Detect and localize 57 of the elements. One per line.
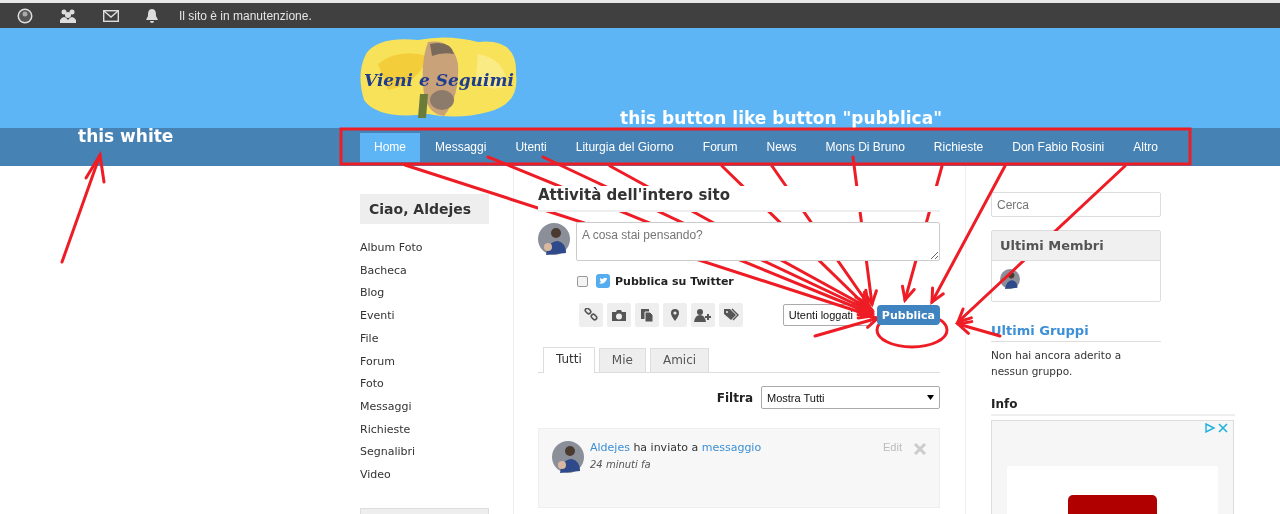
sidebar-link[interactable]: Blog bbox=[360, 282, 489, 306]
avatar-icon[interactable] bbox=[17, 7, 33, 24]
sidebar-link[interactable]: Richieste bbox=[360, 418, 489, 442]
nav-tab[interactable]: Liturgia del Giorno bbox=[561, 132, 688, 162]
nav-tab[interactable]: Messaggi bbox=[421, 132, 501, 162]
activity-text: Aldejes ha inviato a messaggio bbox=[590, 441, 763, 454]
add-user-icon[interactable] bbox=[691, 303, 715, 327]
info-heading: Info bbox=[991, 397, 1235, 416]
avatar-icon bbox=[538, 223, 570, 255]
page-title: Attività dell'intero sito bbox=[538, 186, 940, 212]
greeting-heading: Ciao, Aldejes bbox=[360, 194, 489, 224]
sidebar-link[interactable]: Eventi bbox=[360, 305, 489, 328]
document-icon[interactable] bbox=[635, 303, 659, 327]
twitter-checkbox[interactable] bbox=[577, 275, 588, 287]
nav-tab[interactable]: News bbox=[752, 132, 811, 162]
publish-button[interactable]: Pubblica bbox=[876, 305, 940, 325]
avatar-icon bbox=[552, 441, 584, 473]
bell-icon[interactable] bbox=[145, 7, 159, 24]
search-field[interactable]: Cerca bbox=[991, 192, 1161, 217]
filter-tab[interactable]: Tutti bbox=[543, 347, 595, 373]
caret-icon bbox=[927, 395, 934, 400]
filter-select[interactable]: Mostra Tutti bbox=[761, 386, 940, 409]
location-pin-icon[interactable] bbox=[663, 303, 687, 327]
group-icon[interactable] bbox=[59, 7, 77, 24]
nav-tab[interactable]: Mons Di Bruno bbox=[811, 132, 919, 162]
sidebar-link[interactable]: Segnalibri bbox=[360, 441, 489, 465]
maintenance-notice: Il sito è in manutenzione. bbox=[179, 8, 312, 23]
nav-tab[interactable]: Forum bbox=[688, 132, 752, 162]
filter-tab[interactable]: Mie bbox=[598, 348, 646, 372]
bird-icon bbox=[596, 274, 610, 288]
annotation-text: this white bbox=[78, 126, 174, 146]
sidebar-link[interactable]: Video bbox=[360, 464, 489, 487]
groups-heading[interactable]: Ultimi Gruppi bbox=[991, 323, 1161, 342]
twitter-label: Pubblica su Twitter bbox=[615, 274, 734, 288]
sidebar-link[interactable]: Bacheca bbox=[360, 259, 489, 283]
filter-tab[interactable]: Amici bbox=[649, 348, 710, 372]
tag-icon[interactable] bbox=[719, 303, 743, 327]
sidebar-link[interactable]: Album Foto bbox=[360, 237, 489, 260]
sidebar-link[interactable]: Messaggi bbox=[360, 395, 489, 419]
members-heading: Ultimi Membri bbox=[992, 231, 1160, 261]
filter-label: Filtra bbox=[716, 390, 753, 405]
nav-tab[interactable]: Don Fabio Rosini bbox=[998, 132, 1119, 162]
mail-icon[interactable] bbox=[103, 9, 119, 22]
annotation-text: this button like button "pubblica" bbox=[620, 108, 943, 128]
sidebar-link[interactable]: Forum bbox=[360, 350, 489, 374]
avatar-icon[interactable] bbox=[1000, 269, 1020, 289]
nav-tab[interactable]: Richieste bbox=[919, 132, 998, 162]
message-link[interactable]: messaggio bbox=[701, 441, 762, 454]
post-input-field[interactable]: A cosa stai pensando? bbox=[576, 222, 940, 261]
nav-tab[interactable]: Utenti bbox=[501, 132, 561, 162]
groups-empty-text: Non hai ancora aderito a nessun gruppo. bbox=[991, 348, 1123, 379]
sidebar-link[interactable]: File bbox=[360, 327, 489, 351]
activity-time: 24 minuti fa bbox=[590, 459, 652, 470]
link-icon[interactable] bbox=[579, 303, 603, 327]
sidebar-link[interactable]: Foto bbox=[360, 373, 489, 396]
camera-icon[interactable] bbox=[607, 303, 631, 327]
nav-tab[interactable]: Altro bbox=[1119, 132, 1172, 162]
